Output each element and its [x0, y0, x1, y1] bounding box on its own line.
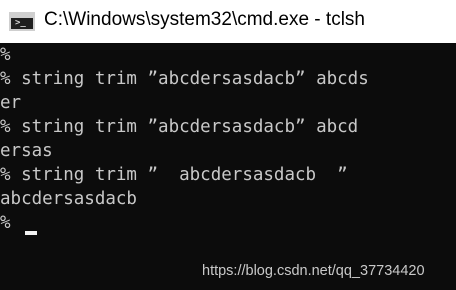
window-title: C:\Windows\system32\cmd.exe - tclsh [44, 9, 365, 30]
console-line: abcdersasdacb [0, 189, 137, 209]
console-line: ersas [0, 141, 53, 161]
watermark: https://blog.csdn.net/qq_37734420 [202, 263, 425, 279]
console-line: er [0, 93, 22, 113]
title-bar[interactable]: >_ C:\Windows\system32\cmd.exe - tclsh [0, 0, 456, 43]
console-line: % string trim ” abcdersasdacb ” [0, 165, 348, 185]
console-output[interactable]: % % string trim ”abcdersasdacb” abcds er… [0, 43, 456, 290]
console-line: % [0, 45, 11, 65]
console-icon[interactable]: >_ [9, 12, 35, 31]
console-line: % string trim ”abcdersasdacb” abcds [0, 69, 369, 89]
console-prompt-line: % [0, 213, 11, 233]
text-cursor [25, 231, 37, 235]
cmd-window: >_ C:\Windows\system32\cmd.exe - tclsh %… [0, 0, 456, 290]
console-line: % string trim ”abcdersasdacb” abcd [0, 117, 359, 137]
console-icon-glyph: >_ [15, 18, 26, 28]
